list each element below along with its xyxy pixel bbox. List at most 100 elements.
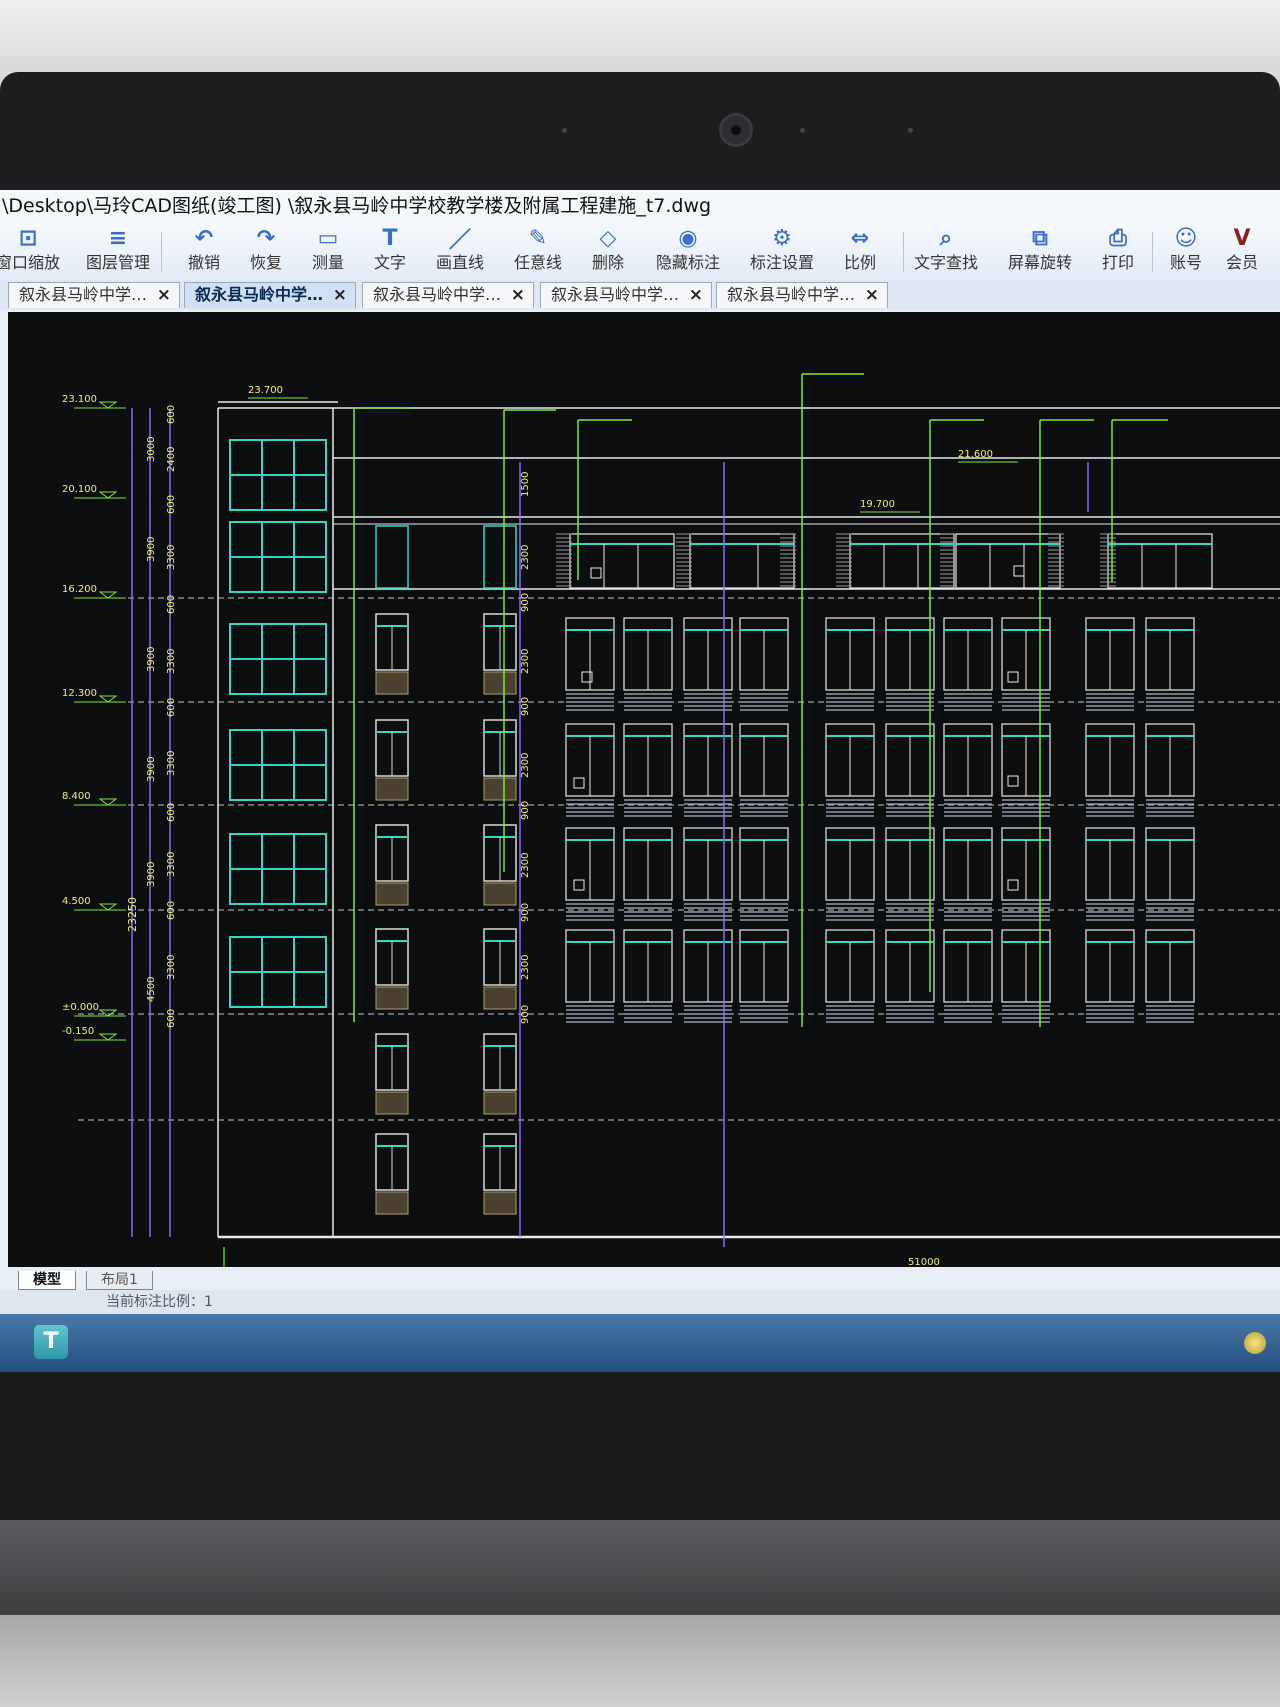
document-tab-2[interactable]: 叙永县马岭中学… ×: [184, 282, 356, 308]
bezel-sensor: [908, 128, 913, 133]
document-tab-bar: 叙永县马岭中学… × 叙永县马岭中学… × 叙永县马岭中学… × 叙永县马岭中学… × 叙永县马…: [0, 280, 1280, 310]
elevation-label: 23.700: [248, 385, 283, 396]
band-window: [955, 533, 1061, 589]
document-tab-3[interactable]: 叙永县马岭中学… ×: [362, 282, 534, 308]
toolbar-label: 窗口缩放: [0, 253, 60, 272]
dimension-text: 3300: [166, 751, 177, 776]
dimension-text: 3900: [146, 862, 157, 887]
elevation-triangle: [98, 591, 118, 599]
toolbar-button-11[interactable]: ⚙ 标注设置: [742, 225, 822, 277]
vip-icon: V: [1233, 225, 1251, 251]
tab-label: 叙永县马岭中学…: [727, 285, 856, 304]
toolbar-button-14[interactable]: ⧉ 屏幕旋转: [1000, 225, 1080, 277]
elevation-label: 8.400: [62, 791, 91, 802]
annotation-marker: [590, 567, 602, 579]
document-tab-4[interactable]: 叙永县马岭中学… ×: [540, 282, 712, 308]
narrow-window: [483, 525, 517, 589]
tab-label: 叙永县马岭中学…: [551, 285, 680, 304]
elevation-label: ±0.000: [62, 1002, 99, 1013]
layout-tab-layout1[interactable]: 布局1: [86, 1271, 153, 1290]
dimension-text: 600: [166, 495, 177, 514]
pattern-panel: [483, 986, 517, 1010]
close-tab-icon[interactable]: ×: [511, 283, 525, 307]
laptop-chassis: [0, 1520, 1280, 1615]
toolbar-label: 账号: [1169, 253, 1202, 272]
dimension-text: 900: [520, 801, 531, 820]
dimension-text: 23250: [126, 897, 139, 932]
toolbar-button-17[interactable]: V 会员: [1202, 225, 1280, 277]
toolbar-label: 打印: [1101, 253, 1134, 272]
ruler-icon: ▭: [317, 225, 339, 251]
elevation-label: 19.700: [860, 499, 895, 510]
bezel-sensor: [562, 128, 567, 133]
dimension-text: 600: [166, 405, 177, 424]
dimension-text: 2300: [520, 955, 531, 980]
dimension-text: 2300: [520, 853, 531, 878]
hide-eye-icon: ◉: [678, 225, 698, 251]
printer-icon: ⎙: [1109, 225, 1127, 251]
band-window: [1107, 533, 1213, 589]
taskbar: T: [0, 1314, 1280, 1372]
toolbar-button-13[interactable]: ⌕ 文字查找: [906, 225, 986, 277]
wall-background: [0, 0, 1280, 80]
scale-icon: ⇔: [850, 225, 870, 251]
annotation-scale-status: 当前标注比例：1: [106, 1294, 213, 1310]
dimension-text: 900: [520, 697, 531, 716]
pattern-panel: [375, 671, 409, 695]
taskbar-app-icon[interactable]: T: [34, 1325, 68, 1359]
elevation-triangle: [98, 695, 118, 703]
laptop-screen: \Desktop\马玲CAD图纸(竣工图) \叙永县马岭中学校教学楼及附属工程建…: [0, 190, 1280, 1372]
narrow-window: [375, 525, 409, 589]
annotation-marker: [573, 777, 585, 789]
toolbar-label: 标注设置: [749, 253, 814, 272]
dimension-text: 3900: [146, 757, 157, 782]
close-tab-icon[interactable]: ×: [157, 283, 171, 307]
dimension-text: 4500: [146, 977, 157, 1002]
tab-label: 叙永县马岭中学…: [19, 285, 148, 304]
zoom-window-icon: ⊡: [18, 225, 38, 251]
redo-icon: ↷: [256, 225, 276, 251]
elevation-drawing[interactable]: 123.10020.10016.20012.3008.4004.500±0.00…: [8, 312, 1280, 1267]
toolbar-label: 测量: [311, 253, 344, 272]
dimension-text: 900: [520, 903, 531, 922]
pattern-panel: [483, 1191, 517, 1215]
dimension-text: 600: [166, 803, 177, 822]
toolbar-button-10[interactable]: ◉ 隐藏标注: [648, 225, 728, 277]
close-tab-icon[interactable]: ×: [865, 283, 879, 307]
document-tab-5[interactable]: 叙永县马岭中学… ×: [716, 282, 888, 308]
webcam: [719, 113, 753, 147]
toolbar-button-1[interactable]: ⊡ 窗口缩放: [0, 225, 68, 277]
dimension-text: 3300: [166, 545, 177, 570]
annotation-settings-icon: ⚙: [772, 225, 792, 251]
close-tab-icon[interactable]: ×: [333, 283, 347, 307]
tab-label: 叙永县马岭中学…: [195, 285, 324, 304]
toolbar-label: 文字: [373, 253, 406, 272]
toolbar-button-8[interactable]: ✎ 任意线: [498, 225, 578, 277]
elevation-label: 16.200: [62, 584, 97, 595]
toolbar-label: 任意线: [513, 253, 562, 272]
dimension-text: 3900: [146, 537, 157, 562]
dimension-text: 3300: [166, 955, 177, 980]
toolbar-button-2[interactable]: ≡ 图层管理: [78, 225, 158, 277]
toolbar-button-9[interactable]: ◇ 删除: [568, 225, 648, 277]
elevation-triangle: [98, 798, 118, 806]
close-tab-icon[interactable]: ×: [689, 283, 703, 307]
dimension-text: 900: [520, 1005, 531, 1024]
layout-tab-model[interactable]: 模型: [18, 1271, 76, 1290]
eraser-icon: ◇: [599, 225, 617, 251]
bezel-sensor: [800, 128, 805, 133]
toolbar-button-6[interactable]: T 文字: [350, 225, 430, 277]
document-tab-1[interactable]: 叙永县马岭中学… ×: [8, 282, 180, 308]
toolbar-button-7[interactable]: ／画直线: [420, 225, 500, 277]
tray-icon[interactable]: [1244, 1332, 1266, 1354]
toolbar-separator: [903, 232, 904, 272]
band-window: [849, 533, 955, 589]
cad-drawing-canvas[interactable]: 123.10020.10016.20012.3008.4004.500±0.00…: [8, 312, 1280, 1267]
annotation-marker: [573, 879, 585, 891]
toolbar-label: 画直线: [435, 253, 484, 272]
dimension-text: 3000: [146, 437, 157, 462]
tab-label: 叙永县马岭中学…: [373, 285, 502, 304]
dimension-text: 600: [166, 1009, 177, 1028]
toolbar-button-12[interactable]: ⇔ 比例: [820, 225, 900, 277]
status-bar: 当前标注比例：1: [0, 1290, 1280, 1314]
